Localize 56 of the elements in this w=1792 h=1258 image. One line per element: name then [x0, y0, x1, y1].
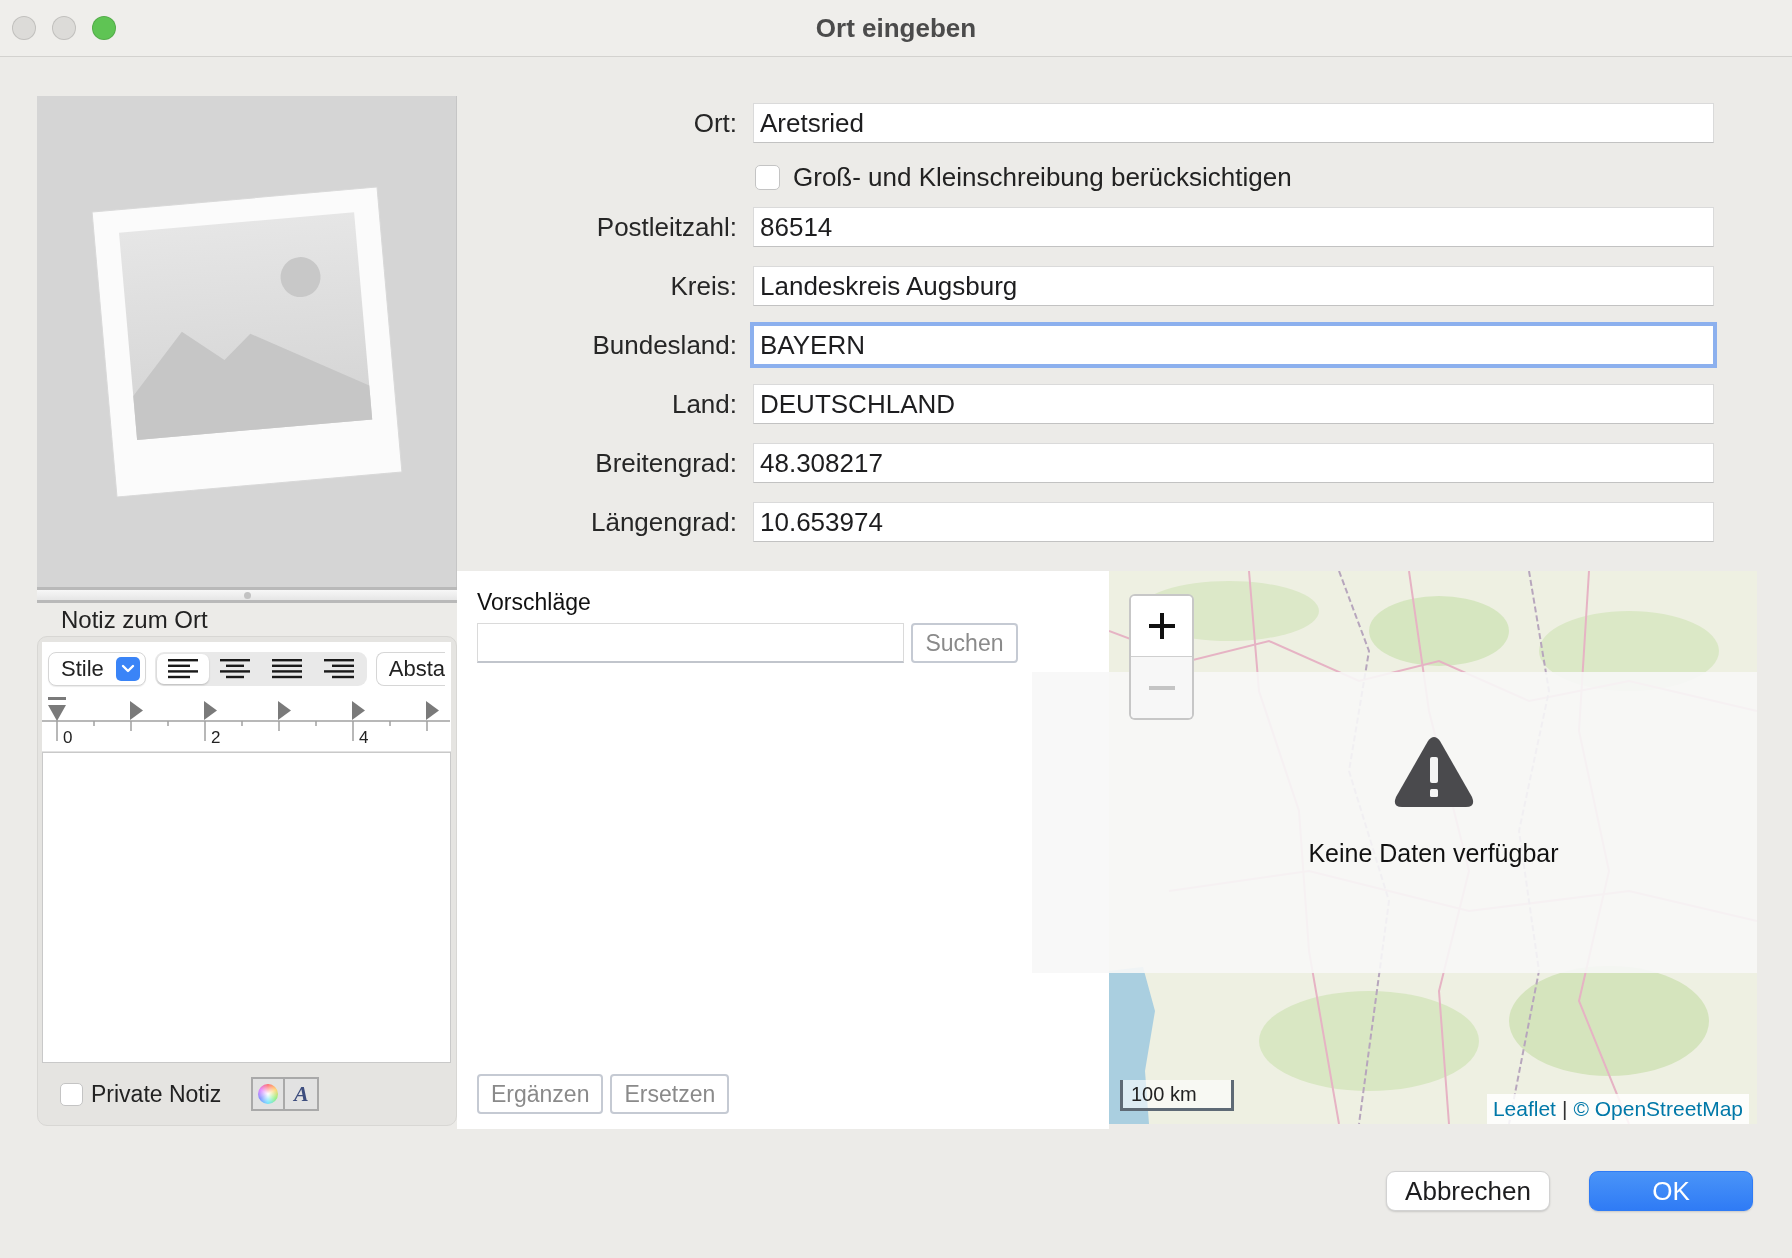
ruler-number: 0: [63, 729, 74, 747]
align-left-icon: [167, 659, 198, 679]
search-field[interactable]: [477, 623, 904, 663]
text-field[interactable]: 10.653974: [753, 502, 1714, 542]
zoom-in-button[interactable]: [1131, 596, 1192, 657]
minus-icon: [1148, 685, 1175, 690]
indent-marker-icon[interactable]: [48, 697, 66, 721]
font-button[interactable]: A: [285, 1077, 320, 1111]
spacing-button[interactable]: Absta: [375, 652, 446, 686]
map-scale-bar: 100 km: [1120, 1080, 1234, 1111]
dialog-button[interactable]: Abbrechen: [1386, 1171, 1550, 1211]
color-wheel-icon: [258, 1084, 279, 1104]
text-field[interactable]: Landeskreis Augsburg: [753, 266, 1714, 306]
checkbox-label: Groß- und Kleinschreibung berücksichtigen: [793, 162, 1292, 193]
field-label: Postleitzahl:: [596, 211, 737, 243]
section-title: Vorschläge: [477, 589, 591, 615]
text-field[interactable]: BAYERN: [750, 322, 1717, 368]
align-right-icon: [323, 659, 354, 679]
field-label: Land:: [671, 388, 737, 420]
tab-stop-icon[interactable]: [130, 701, 143, 720]
window-title: Ort eingeben: [815, 12, 977, 44]
tab-stop-icon[interactable]: [426, 701, 439, 720]
field-label: Breitengrad:: [595, 447, 737, 479]
ruler-number: 4: [359, 729, 370, 747]
attribution-link[interactable]: Leaflet: [1492, 1097, 1556, 1121]
window-zoom-button[interactable]: [92, 16, 116, 40]
ruler-number: 2: [211, 729, 222, 747]
color-button[interactable]: [251, 1077, 286, 1111]
field-label: Längengrad:: [590, 506, 737, 538]
style-menu-button[interactable]: Stile: [48, 652, 146, 686]
attribution-link[interactable]: © OpenStreetMap: [1573, 1097, 1743, 1121]
checkbox[interactable]: [60, 1082, 83, 1106]
checkbox[interactable]: [755, 165, 780, 190]
field-label: Ort:: [693, 107, 737, 139]
align-justify-icon: [271, 659, 302, 679]
plus-icon: [1148, 613, 1175, 639]
align-center-icon: [219, 659, 250, 679]
attribution-separator: |: [1561, 1097, 1568, 1121]
chevron-icon: [115, 657, 140, 681]
section-label: Notiz zum Ort: [61, 605, 208, 635]
align-left-button[interactable]: [156, 654, 209, 684]
text-field[interactable]: Aretsried: [753, 103, 1714, 143]
split-handle[interactable]: [37, 587, 457, 603]
grip-icon: [243, 591, 251, 599]
text-field[interactable]: 86514: [753, 207, 1714, 247]
warning-icon: [1393, 737, 1474, 807]
text-field[interactable]: DEUTSCHLAND: [753, 384, 1714, 424]
default-button[interactable]: OK: [1589, 1171, 1753, 1211]
checkbox-label: Private Notiz: [91, 1080, 222, 1108]
text-field[interactable]: 48.308217: [753, 443, 1714, 483]
tab-stop-icon[interactable]: [352, 701, 365, 720]
tab-stop-icon[interactable]: [278, 701, 291, 720]
tab-stop-icon[interactable]: [204, 701, 217, 720]
field-label: Kreis:: [670, 270, 737, 302]
no-data-message: Keine Daten verfügbar: [1308, 838, 1559, 868]
field-label: Bundesland:: [592, 329, 737, 361]
